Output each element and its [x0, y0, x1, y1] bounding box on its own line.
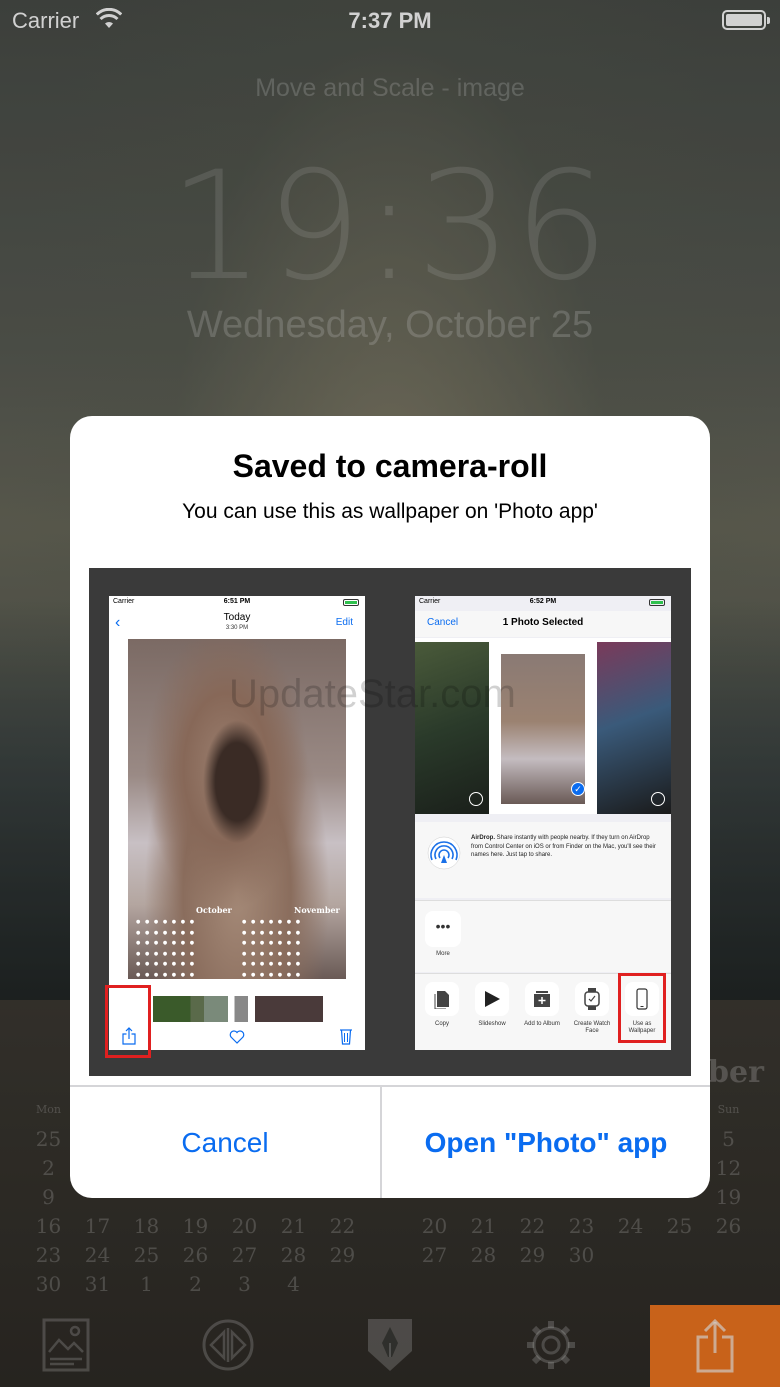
watch-icon — [584, 988, 600, 1010]
mini-status-bar: Carrier 6:51 PM — [109, 598, 365, 610]
mini-time-right: 6:52 PM — [529, 598, 557, 605]
mini-action-slideshow: Slideshow — [469, 982, 515, 1028]
alert-title: Saved to camera-roll — [232, 448, 548, 484]
open-photo-app-button[interactable]: Open "Photo" app — [382, 1087, 710, 1198]
saved-alert-dialog: Saved to camera-roll You can use this as… — [70, 416, 710, 1198]
mini-airdrop-panel: AirDrop. Share instantly with people nea… — [415, 822, 671, 898]
mini-select-circle — [651, 792, 665, 806]
mini-action-label: Copy — [434, 1021, 449, 1027]
instruction-image: Carrier 6:51 PM ‹ Today 3:30 PM Edit Oct… — [89, 568, 691, 1076]
mini-heart-icon — [229, 1030, 245, 1044]
add-album-icon — [534, 991, 550, 1007]
watermark-text: UpdateStar.com — [229, 672, 516, 716]
mini-photo-3 — [597, 642, 671, 814]
mini-action-add-album: Add to Album — [519, 982, 565, 1028]
mini-status-bar-right: Carrier 6:52 PM — [415, 598, 671, 610]
mini-nav-bar: ‹ Today 3:30 PM Edit — [109, 611, 365, 637]
mini-photo-picker: ✓ — [415, 638, 671, 814]
mini-share-title: 1 Photo Selected — [502, 617, 584, 628]
mini-action-label: Add to Album — [524, 1021, 560, 1027]
mini-photo-1 — [415, 642, 489, 814]
mini-battery-icon — [343, 599, 359, 606]
mini-select-circle — [469, 792, 483, 806]
highlight-wallpaper-box — [618, 973, 666, 1043]
alert-message: You can use this as wallpaper on 'Photo … — [182, 500, 598, 523]
airdrop-icon — [427, 836, 461, 870]
mini-airdrop-body: Share instantly with people nearby. If t… — [471, 835, 656, 858]
mini-nav-title: Today — [223, 612, 251, 623]
ellipsis-icon: ••• — [425, 911, 461, 947]
mini-time: 6:51 PM — [223, 598, 251, 605]
mini-month-october: October — [196, 905, 232, 915]
mini-calendar-grid-right: ● ● ● ● ● ● ● ● ● ● ● ● ● ● ● ● ● ● ● ● ● ●… — [242, 919, 302, 978]
thumbnail-strip — [153, 996, 323, 1022]
mini-month-november: November — [294, 905, 340, 915]
mini-calendar-grid-left: ● ● ● ● ● ● ● ● ● ● ● ● ● ● ● ● ● ● ● ● ● ●… — [136, 919, 196, 978]
mini-airdrop-text: AirDrop. Share instantly with people nea… — [471, 834, 661, 860]
mini-share-nav: Cancel 1 Photo Selected — [415, 611, 671, 637]
cancel-button[interactable]: Cancel — [70, 1087, 380, 1198]
mini-action-label: Create Watch Face — [573, 1021, 611, 1034]
play-icon — [485, 991, 500, 1007]
photos-app-screenshot: Carrier 6:51 PM ‹ Today 3:30 PM Edit Oct… — [109, 596, 365, 1050]
mini-action-label: Slideshow — [478, 1021, 506, 1027]
mini-airdrop-title: AirDrop. — [471, 835, 495, 841]
mini-action-watch-face: Create Watch Face — [569, 982, 615, 1035]
mini-edit-label: Edit — [335, 617, 353, 628]
mini-nav-subtitle: 3:30 PM — [225, 625, 249, 631]
copy-icon — [434, 991, 449, 1009]
mini-trash-icon — [340, 1029, 352, 1045]
mini-more-row: ••• More — [415, 900, 671, 972]
mini-checkmark-icon: ✓ — [571, 782, 585, 796]
mini-action-copy: Copy — [419, 982, 465, 1028]
mini-battery-icon-right — [649, 599, 665, 606]
mini-more-label: More — [436, 951, 450, 957]
highlight-share-box — [105, 985, 151, 1058]
